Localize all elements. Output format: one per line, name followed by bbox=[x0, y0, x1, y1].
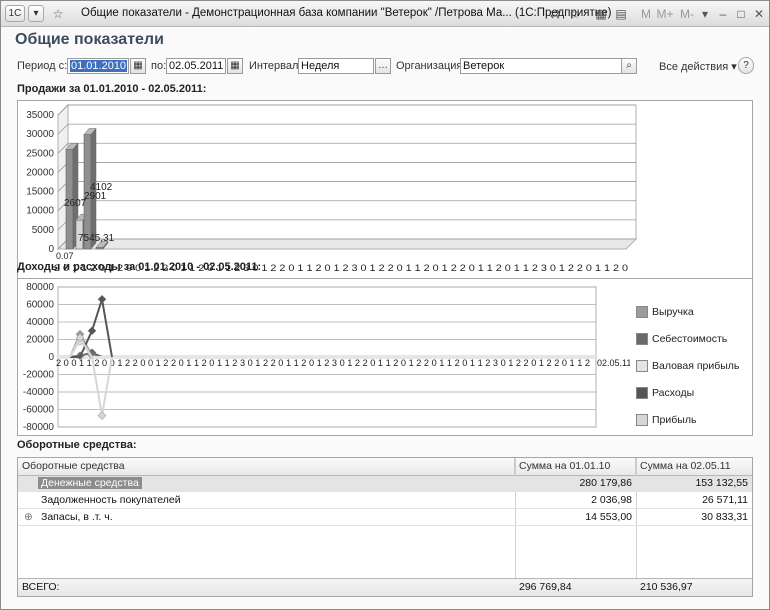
calendar-picker-icon[interactable]: ▦ bbox=[227, 58, 243, 74]
maximize-icon[interactable]: □ bbox=[733, 6, 749, 22]
help-button[interactable]: ? bbox=[738, 57, 754, 74]
legend-label: Прибыль bbox=[652, 414, 697, 426]
column-header-start-sum[interactable]: Сумма на 01.01.10 bbox=[515, 458, 636, 476]
y-tick-label: 25000 bbox=[26, 148, 54, 159]
row-end-sum: 153 132,55 bbox=[695, 477, 748, 489]
memory-plus-button[interactable]: M+ bbox=[655, 6, 675, 22]
legend-swatch bbox=[636, 360, 648, 372]
expand-plus-icon[interactable]: ⊕ bbox=[24, 510, 33, 526]
finance-chart: 80000 60000 40000 20000 0 -20000 -40000 -60000 -… bbox=[17, 278, 753, 436]
row-name: Запасы, в .т. ч. bbox=[41, 511, 113, 523]
y-tick-label: 5000 bbox=[32, 225, 55, 236]
period-from-field[interactable]: 01.01.2010 bbox=[67, 58, 129, 74]
y-tick-label: 20000 bbox=[26, 167, 54, 178]
legend-label: Выручка bbox=[652, 306, 694, 318]
table-footer: ВСЕГО: 296 769,84 210 536,97 bbox=[18, 578, 752, 596]
main-area: Общие показатели Период с: 01.01.2010 ▦ … bbox=[1, 27, 769, 609]
assets-table-title: Оборотные средства: bbox=[17, 439, 137, 451]
y-tick-label: 0 bbox=[48, 244, 54, 255]
x-first-label: 0.07 bbox=[56, 251, 74, 261]
minimize-icon[interactable]: – bbox=[715, 6, 731, 22]
organization-label: Организация: bbox=[396, 60, 466, 72]
organization-field[interactable]: Ветерок bbox=[460, 58, 622, 74]
row-end-sum: 30 833,31 bbox=[701, 511, 748, 523]
calendar-picker-icon[interactable]: ▦ bbox=[130, 58, 146, 74]
bookmark-icon[interactable]: ✩ bbox=[567, 6, 583, 22]
row-start-sum: 2 036,98 bbox=[591, 494, 632, 506]
y-tick-label: 10000 bbox=[26, 206, 54, 217]
menu-dropdown-button[interactable]: ▾ bbox=[28, 5, 44, 22]
row-start-sum: 14 553,00 bbox=[585, 511, 632, 523]
all-actions-label: Все действия bbox=[659, 61, 729, 73]
page-title: Общие показатели bbox=[15, 31, 164, 48]
x-end-label: 02.05.11 bbox=[597, 358, 630, 368]
finance-chart-title: Доходы и расходы за 01.01.2010 - 02.05.2… bbox=[17, 261, 262, 273]
total-label: ВСЕГО: bbox=[22, 581, 60, 593]
close-icon[interactable]: ✕ bbox=[751, 6, 767, 22]
legend-swatch bbox=[636, 333, 648, 345]
interval-field[interactable]: Неделя bbox=[298, 58, 374, 74]
all-actions-menu[interactable]: Все действия ▾ bbox=[659, 60, 737, 73]
finance-legend: Выручка Себестоимость Валовая прибыль Ра… bbox=[634, 279, 752, 437]
period-from-label: Период с: bbox=[17, 60, 68, 72]
y-tick-label: -40000 bbox=[23, 387, 55, 398]
y-tick-label: 35000 bbox=[26, 110, 54, 121]
y-tick-label: 30000 bbox=[26, 129, 54, 140]
calculator-icon[interactable]: ▦ bbox=[593, 6, 609, 22]
row-end-sum: 26 571,11 bbox=[702, 494, 748, 506]
total-start-sum: 296 769,84 bbox=[519, 581, 572, 593]
legend-label: Расходы bbox=[652, 387, 695, 399]
table-row[interactable]: Задолженность покупателей 2 036,98 26 57… bbox=[18, 493, 752, 509]
y-tick-label: 40000 bbox=[26, 317, 54, 328]
y-tick-label: 0 bbox=[48, 352, 54, 363]
interval-label: Интервал: bbox=[249, 60, 302, 72]
calendar-icon[interactable]: ▤ bbox=[613, 6, 629, 22]
table-row[interactable]: Денежные средства 280 179,86 153 132,55 bbox=[18, 476, 752, 492]
y-tick-label: 20000 bbox=[26, 335, 54, 346]
app-window: 1С ▾ ☆ Общие показатели - Демонстрационн… bbox=[0, 0, 770, 610]
legend-label: Валовая прибыль bbox=[652, 360, 740, 372]
total-end-sum: 210 536,97 bbox=[640, 581, 693, 593]
period-to-label: по: bbox=[151, 60, 167, 72]
chevron-down-icon[interactable]: ▾ bbox=[697, 6, 713, 22]
sales-chart-svg: 3500030000250002000015000100005000026077… bbox=[26, 103, 638, 273]
legend-label: Себестоимость bbox=[652, 333, 728, 345]
period-to-field[interactable]: 02.05.2011 bbox=[166, 58, 226, 74]
data-label: 7545,31 bbox=[78, 233, 115, 244]
y-tick-label: 60000 bbox=[26, 300, 54, 311]
y-tick-label: -80000 bbox=[23, 422, 55, 433]
column-header-name[interactable]: Оборотные средства bbox=[18, 458, 515, 476]
table-row[interactable]: ⊕ Запасы, в .т. ч. 14 553,00 30 833,31 bbox=[18, 510, 752, 526]
title-bar: 1С ▾ ☆ Общие показатели - Демонстрационн… bbox=[1, 1, 769, 27]
favorite-star-icon[interactable]: ☆ bbox=[50, 6, 66, 22]
legend-swatch bbox=[636, 387, 648, 399]
link-icon[interactable]: ⇄ bbox=[547, 6, 563, 22]
row-name: Задолженность покупателей bbox=[41, 494, 181, 506]
memory-m-button[interactable]: M bbox=[639, 6, 653, 22]
legend-swatch bbox=[636, 414, 648, 426]
memory-minus-button[interactable]: M- bbox=[677, 6, 697, 22]
y-tick-label: 80000 bbox=[26, 282, 54, 293]
y-tick-label: -60000 bbox=[23, 405, 55, 416]
sales-chart: 35000 30000 25000 20000 15000 10000 5000 0 2607 7… bbox=[17, 100, 753, 280]
sales-chart-title: Продажи за 01.01.2010 - 02.05.2011: bbox=[17, 83, 207, 95]
legend-swatch bbox=[636, 306, 648, 318]
assets-table: Оборотные средства Сумма на 01.01.10 Сум… bbox=[17, 457, 753, 597]
column-header-end-sum[interactable]: Сумма на 02.05.11 bbox=[636, 458, 752, 476]
row-start-sum: 280 179,86 bbox=[579, 477, 632, 489]
window-title: Общие показатели - Демонстрационная база… bbox=[81, 7, 612, 19]
row-name: Денежные средства bbox=[38, 476, 142, 492]
back-wall bbox=[67, 104, 637, 240]
y-tick-label: -20000 bbox=[23, 370, 55, 381]
data-label: 4102 bbox=[90, 182, 113, 193]
row-name-text: Денежные средства bbox=[38, 477, 142, 489]
period-from-value: 01.01.2010 bbox=[70, 60, 128, 72]
app-logo-button[interactable]: 1С bbox=[5, 5, 25, 22]
floor bbox=[56, 238, 638, 250]
x-axis-labels: 2 0 0 1 1 2 0 0 1 2 2 0 0 1 2 2 0 1 1 2 … bbox=[56, 358, 590, 368]
search-icon[interactable]: ⌕ bbox=[621, 58, 637, 74]
y-tick-label: 15000 bbox=[26, 187, 54, 198]
ellipsis-select-button[interactable]: … bbox=[375, 58, 391, 74]
finance-chart-svg: 80000 60000 40000 20000 0 -20000 -40000 -60000 -… bbox=[23, 282, 630, 433]
